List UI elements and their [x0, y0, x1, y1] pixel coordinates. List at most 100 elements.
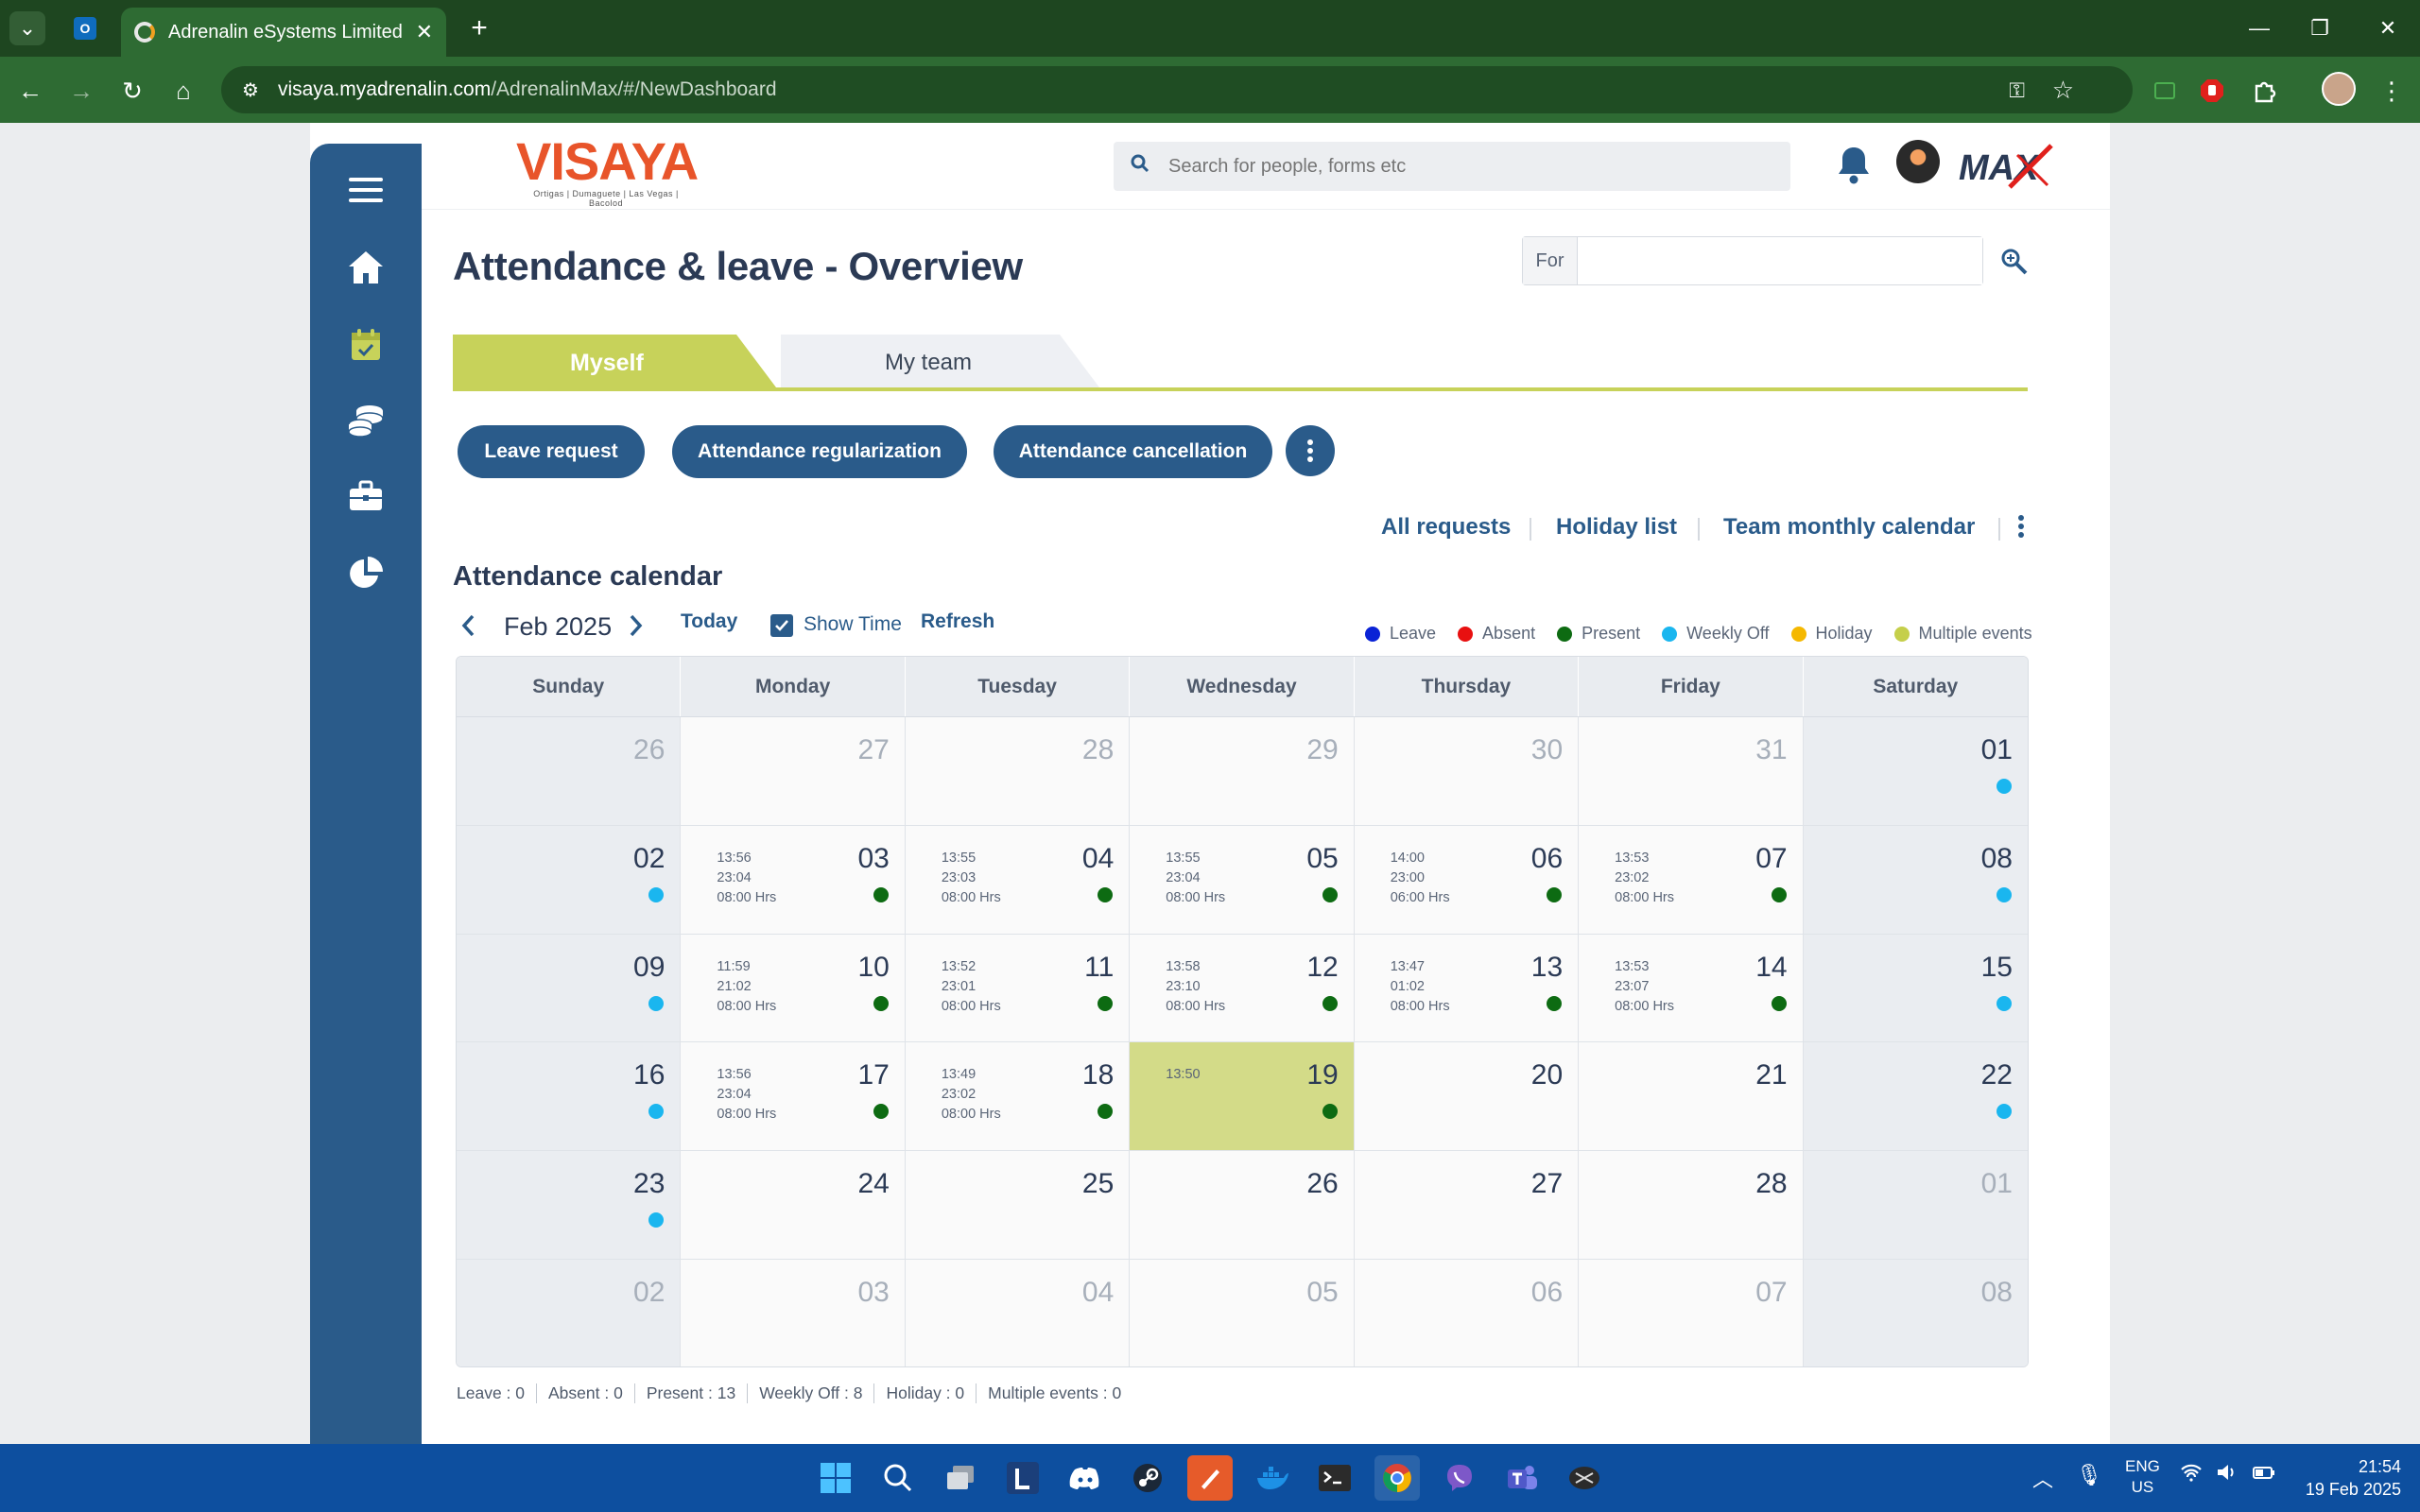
attendance-calendar-icon[interactable]	[338, 321, 393, 369]
notification-bell-icon[interactable]	[1836, 144, 1872, 190]
show-time-checkbox[interactable]	[770, 614, 793, 637]
calendar-day-cell[interactable]: 05	[1130, 1259, 1355, 1366]
reload-button[interactable]: ↻	[113, 72, 151, 110]
browser-profile-avatar[interactable]	[2322, 72, 2356, 106]
calendar-day-cell[interactable]: 26	[457, 717, 682, 826]
analytics-pie-chart-icon[interactable]	[338, 550, 393, 597]
for-employee-field[interactable]: For	[1522, 236, 1983, 285]
calendar-day-cell[interactable]: 01	[1803, 717, 2028, 826]
calendar-day-cell[interactable]: 15	[1803, 934, 2028, 1043]
volume-icon[interactable]	[2216, 1463, 2252, 1486]
leave-request-button[interactable]: Leave request	[458, 425, 645, 478]
show-hidden-icons-chevron-icon[interactable]: ︿	[2032, 1463, 2053, 1493]
calendar-day-cell[interactable]: 06	[1354, 1259, 1580, 1366]
tab-myself[interactable]: Myself	[453, 335, 779, 391]
calendar-day-cell[interactable]: 27	[681, 717, 906, 826]
windows-start-icon[interactable]	[813, 1455, 858, 1501]
more-actions-button[interactable]	[1286, 425, 1335, 476]
cast-icon[interactable]	[2146, 72, 2184, 110]
microphone-icon[interactable]: 🎙	[2076, 1463, 2102, 1487]
calendar-day-cell[interactable]: 16	[457, 1042, 682, 1152]
calendar-day-cell[interactable]: 25	[905, 1151, 1131, 1260]
for-employee-input[interactable]	[1578, 237, 1982, 284]
home-icon[interactable]	[338, 244, 393, 291]
active-browser-tab[interactable]: Adrenalin eSystems Limited ✕	[121, 8, 446, 57]
new-tab-button[interactable]: +	[461, 11, 497, 45]
calendar-day-cell[interactable]: 12 13:58 23:10 08:00 Hrs	[1130, 934, 1355, 1043]
calendar-day-cell[interactable]: 02	[457, 1259, 682, 1366]
back-button[interactable]: ←	[11, 72, 49, 110]
wifi-icon[interactable]	[2180, 1463, 2216, 1486]
holiday-list-link[interactable]: Holiday list	[1556, 514, 1677, 541]
chrome-icon[interactable]	[1374, 1455, 1420, 1501]
tab-search-button[interactable]: ⌄	[9, 11, 45, 45]
steam-icon[interactable]	[1125, 1455, 1170, 1501]
calendar-day-cell[interactable]: 03	[681, 1259, 906, 1366]
paint-app-icon[interactable]	[1187, 1455, 1233, 1501]
calendar-day-cell[interactable]: 05 13:55 23:04 08:00 Hrs	[1130, 825, 1355, 935]
calendar-day-cell[interactable]: 30	[1354, 717, 1580, 826]
restore-window-button[interactable]: ❐	[2301, 11, 2339, 45]
calendar-day-cell[interactable]: 28	[905, 717, 1131, 826]
calendar-day-cell[interactable]: 08	[1803, 1259, 2028, 1366]
attendance-regularization-button[interactable]: Attendance regularization	[672, 425, 967, 478]
calendar-day-cell[interactable]: 11 13:52 23:01 08:00 Hrs	[905, 934, 1131, 1043]
team-monthly-calendar-link[interactable]: Team monthly calendar	[1723, 514, 1975, 541]
calendar-day-cell[interactable]: 07	[1579, 1259, 1804, 1366]
bookmark-star-icon[interactable]: ☆	[2052, 76, 2074, 105]
attendance-cancellation-button[interactable]: Attendance cancellation	[994, 425, 1272, 478]
browser-menu-icon[interactable]: ⋮	[2373, 72, 2411, 110]
calendar-day-cell[interactable]: 04 13:55 23:03 08:00 Hrs	[905, 825, 1131, 935]
system-tray-icons[interactable]	[2180, 1463, 2276, 1487]
input-language-indicator[interactable]: ENG US	[2125, 1456, 2160, 1498]
close-tab-icon[interactable]: ✕	[416, 20, 433, 44]
calendar-day-cell[interactable]: 02	[457, 825, 682, 935]
calendar-day-cell[interactable]: 23	[457, 1151, 682, 1260]
pinned-outlook-tab[interactable]: O	[66, 11, 104, 45]
next-month-chevron-icon[interactable]	[626, 612, 645, 644]
game-app-icon[interactable]	[1562, 1455, 1607, 1501]
calendar-day-cell[interactable]: 14 13:53 23:07 08:00 Hrs	[1579, 934, 1804, 1043]
calendar-day-cell[interactable]: 26	[1130, 1151, 1355, 1260]
password-key-icon[interactable]: ⚿	[2009, 78, 2025, 103]
global-search[interactable]	[1114, 142, 1790, 191]
teams-icon[interactable]	[1499, 1455, 1545, 1501]
calendar-day-cell[interactable]: 17 13:56 23:04 08:00 Hrs	[681, 1042, 906, 1152]
calendar-day-cell[interactable]: 18 13:49 23:02 08:00 Hrs	[905, 1042, 1131, 1152]
calendar-day-cell[interactable]: 01	[1803, 1151, 2028, 1260]
calendar-day-cell[interactable]: 31	[1579, 717, 1804, 826]
site-info-icon[interactable]: ⚙	[242, 78, 259, 102]
tab-my-team[interactable]: My team	[781, 335, 1102, 391]
today-button[interactable]: Today	[681, 610, 737, 633]
close-window-button[interactable]: ✕	[2369, 11, 2407, 45]
terminal-icon[interactable]	[1312, 1455, 1357, 1501]
forward-button[interactable]: →	[62, 72, 100, 110]
battery-icon[interactable]	[2252, 1463, 2276, 1486]
refresh-button[interactable]: Refresh	[921, 610, 994, 633]
calendar-day-cell[interactable]: 03 13:56 23:04 08:00 Hrs	[681, 825, 906, 935]
docker-icon[interactable]	[1250, 1455, 1295, 1501]
calendar-day-cell[interactable]: 08	[1803, 825, 2028, 935]
user-avatar[interactable]	[1896, 140, 1940, 183]
previous-month-chevron-icon[interactable]	[459, 612, 478, 644]
calendar-day-cell[interactable]: 28	[1579, 1151, 1804, 1260]
home-button[interactable]: ⌂	[164, 72, 202, 110]
hamburger-menu-icon[interactable]	[338, 166, 393, 214]
task-view-icon[interactable]	[938, 1455, 983, 1501]
system-clock[interactable]: 21:54 19 Feb 2025	[2288, 1455, 2401, 1501]
lens-app-icon[interactable]	[1000, 1455, 1046, 1501]
calendar-day-cell[interactable]: 09	[457, 934, 682, 1043]
calendar-day-cell[interactable]: 21	[1579, 1042, 1804, 1152]
show-time-label[interactable]: Show Time	[804, 613, 902, 636]
search-icon[interactable]	[875, 1455, 921, 1501]
visaya-logo[interactable]: VISAYA Ortigas | Dumaguete | Las Vegas |…	[516, 134, 699, 209]
all-requests-link[interactable]: All requests	[1381, 514, 1511, 541]
calendar-day-cell[interactable]: 07 13:53 23:02 08:00 Hrs	[1579, 825, 1804, 935]
calendar-day-cell[interactable]: 06 14:00 23:00 06:00 Hrs	[1354, 825, 1580, 935]
viber-icon[interactable]	[1437, 1455, 1482, 1501]
payroll-coins-icon[interactable]	[338, 397, 393, 444]
calendar-day-cell[interactable]: 27	[1354, 1151, 1580, 1260]
address-bar[interactable]: ⚙ visaya.myadrenalin.com/AdrenalinMax/#/…	[221, 66, 2133, 113]
calendar-day-cell[interactable]: 24	[681, 1151, 906, 1260]
calendar-day-cell[interactable]: 10 11:59 21:02 08:00 Hrs	[681, 934, 906, 1043]
